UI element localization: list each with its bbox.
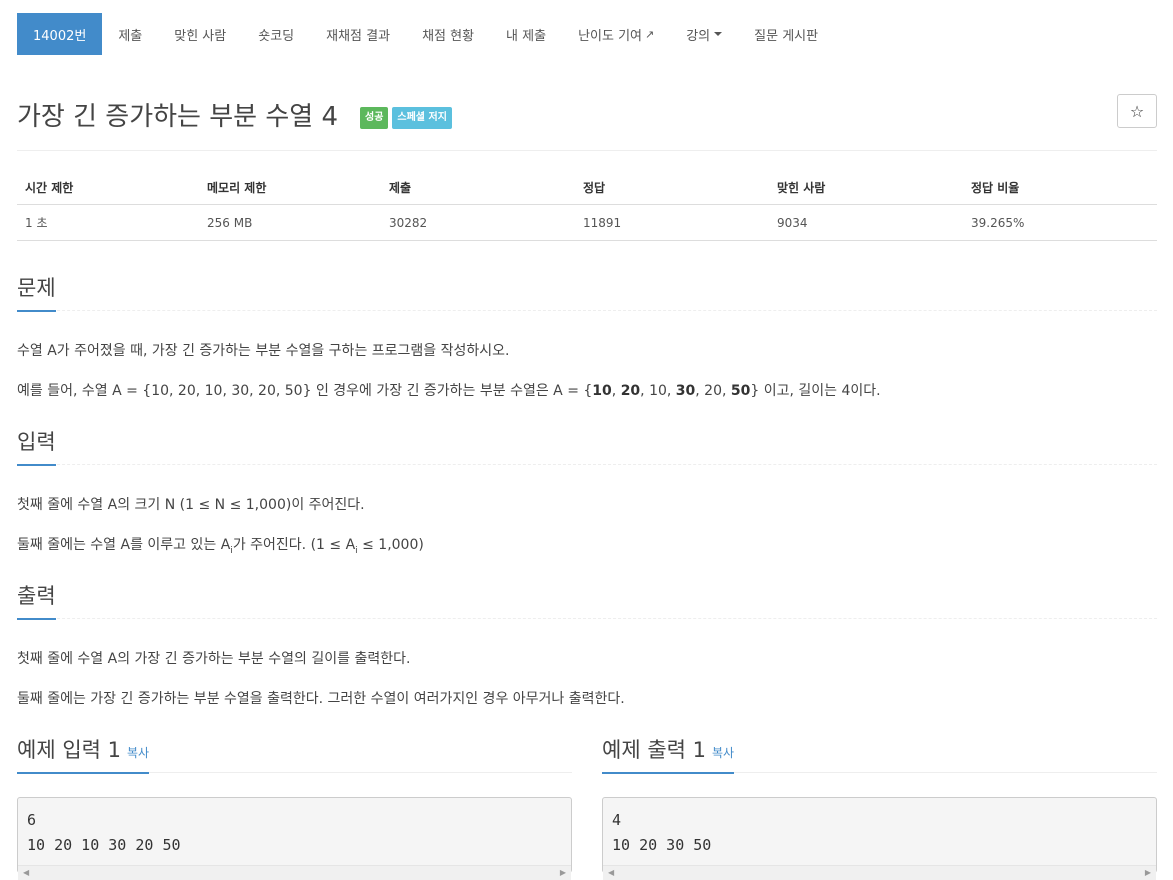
special-judge-badge: 스페셜 저지 [392, 107, 452, 129]
value-time-limit: 1 초 [17, 204, 199, 241]
output-paragraph-2: 둘째 줄에는 가장 긴 증가하는 부분 수열을 출력한다. 그러한 수열이 여러… [17, 691, 625, 707]
description-title: 문제 [17, 272, 56, 312]
input-section-header: 입력 [17, 426, 1157, 466]
sample-input-scrollbar[interactable]: ◀ ▶ [18, 865, 571, 880]
description-paragraph-1: 수열 A가 주어졌을 때, 가장 긴 증가하는 부분 수열을 구하는 프로그램을… [17, 343, 510, 359]
scroll-left-icon[interactable]: ◀ [23, 868, 29, 877]
problem-nav: 14002번 제출 맞힌 사람 숏코딩 재채점 결과 채점 현황 내 제출 난이… [17, 13, 834, 55]
table-row: 1 초 256 MB 30282 11891 9034 39.265% [17, 204, 1157, 241]
output-section-header: 출력 [17, 580, 1157, 620]
description-p2-text: , 20, [695, 383, 731, 399]
nav-shortest[interactable]: 숏코딩 [242, 13, 310, 55]
nav-solvers[interactable]: 맞힌 사람 [158, 13, 242, 55]
output-paragraph-1: 첫째 줄에 수열 A의 가장 긴 증가하는 부분 수열의 길이를 출력한다. [17, 651, 411, 667]
input-p2-text: 둘째 줄에는 수열 A를 이루고 있는 A [17, 537, 231, 553]
sample-output-header: 예제 출력 1 복사 [602, 734, 1157, 774]
header-ratio: 정답 비율 [963, 171, 1157, 205]
sample-input-title: 예제 입력 1 복사 [17, 734, 150, 774]
header-accepted: 정답 [575, 171, 769, 205]
value-submissions: 30282 [381, 204, 575, 241]
favorite-button[interactable]: ☆ [1117, 94, 1157, 128]
header-memory-limit: 메모리 제한 [199, 171, 381, 205]
lis-element: 20 [620, 383, 641, 399]
description-p2-text: , 10, [640, 383, 676, 399]
header-solvers: 맞힌 사람 [769, 171, 963, 205]
nav-difficulty-label: 난이도 기여 [578, 28, 642, 44]
value-memory-limit: 256 MB [199, 204, 381, 241]
sample-input-box[interactable]: 6 10 20 10 30 20 50 [17, 797, 572, 873]
description-p2-text: } 이고, 길이는 4이다. [750, 383, 881, 399]
external-link-icon: ↗ [645, 27, 655, 41]
sample-output-scrollbar[interactable]: ◀ ▶ [603, 865, 1156, 880]
output-title: 출력 [17, 580, 56, 620]
nav-lecture-label: 강의 [686, 28, 711, 44]
nav-status-label: 채점 현황 [422, 28, 475, 44]
copy-input-button[interactable]: 복사 [127, 746, 149, 760]
sample-input-header: 예제 입력 1 복사 [17, 734, 572, 774]
sample-output-box[interactable]: 4 10 20 30 50 [602, 797, 1157, 873]
value-ratio: 39.265% [963, 204, 1157, 241]
nav-submit[interactable]: 제출 [102, 13, 158, 55]
lis-element: 50 [730, 383, 751, 399]
input-title: 입력 [17, 426, 56, 466]
nav-submit-label: 제출 [118, 28, 143, 44]
input-p2-text: ≤ 1,000) [357, 537, 424, 553]
star-icon: ☆ [1129, 101, 1145, 121]
lis-element: 10 [592, 383, 612, 399]
value-accepted: 11891 [575, 204, 769, 241]
header-time-limit: 시간 제한 [17, 171, 199, 205]
nav-solvers-label: 맞힌 사람 [174, 28, 227, 44]
success-badge: 성공 [360, 107, 389, 129]
input-p2-text: 가 주어진다. (1 ≤ A [232, 537, 356, 553]
nav-board[interactable]: 질문 게시판 [738, 13, 834, 55]
lis-element: 30 [675, 383, 696, 399]
nav-rejudge-label: 재채점 결과 [326, 28, 391, 44]
input-paragraph-1: 첫째 줄에 수열 A의 크기 N (1 ≤ N ≤ 1,000)이 주어진다. [17, 497, 365, 513]
sample-input-title-text: 예제 입력 1 [17, 738, 121, 762]
scroll-left-icon[interactable]: ◀ [608, 868, 614, 877]
scroll-right-icon[interactable]: ▶ [1145, 868, 1151, 877]
problem-header: 가장 긴 증가하는 부분 수열 4 성공 스페셜 저지 ☆ [17, 94, 1157, 151]
nav-rejudge[interactable]: 재채점 결과 [310, 13, 406, 55]
value-solvers: 9034 [769, 204, 963, 241]
description-section-header: 문제 [17, 272, 1157, 312]
input-paragraph-2: 둘째 줄에는 수열 A를 이루고 있는 Ai가 주어진다. (1 ≤ Ai ≤ … [17, 534, 424, 556]
problem-title: 가장 긴 증가하는 부분 수열 4 [17, 102, 338, 132]
header-submissions: 제출 [381, 171, 575, 205]
copy-output-button[interactable]: 복사 [712, 746, 734, 760]
nav-shortest-label: 숏코딩 [258, 28, 295, 44]
nav-board-label: 질문 게시판 [754, 28, 819, 44]
table-header-row: 시간 제한 메모리 제한 제출 정답 맞힌 사람 정답 비율 [17, 171, 1157, 205]
description-p2-text: , [611, 383, 621, 399]
nav-lecture[interactable]: 강의 [670, 13, 738, 55]
nav-difficulty[interactable]: 난이도 기여 ↗ [562, 13, 670, 55]
sample-output-title: 예제 출력 1 복사 [602, 734, 735, 774]
sample-output-title-text: 예제 출력 1 [602, 738, 706, 762]
description-p2-text: 예를 들어, 수열 A = {10, 20, 10, 30, 20, 50} 인… [17, 383, 593, 399]
nav-my-submissions[interactable]: 내 제출 [490, 13, 562, 55]
nav-my-submissions-label: 내 제출 [506, 28, 547, 44]
caret-down-icon [714, 32, 723, 36]
nav-problem-number-label: 14002번 [33, 28, 87, 44]
nav-status[interactable]: 채점 현황 [406, 13, 490, 55]
nav-problem-number[interactable]: 14002번 [17, 13, 103, 55]
description-paragraph-2: 예를 들어, 수열 A = {10, 20, 10, 30, 20, 50} 인… [17, 380, 881, 400]
problem-info-table: 시간 제한 메모리 제한 제출 정답 맞힌 사람 정답 비율 1 초 256 M… [17, 171, 1157, 241]
problem-badges: 성공 스페셜 저지 [360, 107, 452, 129]
scroll-right-icon[interactable]: ▶ [560, 868, 566, 877]
